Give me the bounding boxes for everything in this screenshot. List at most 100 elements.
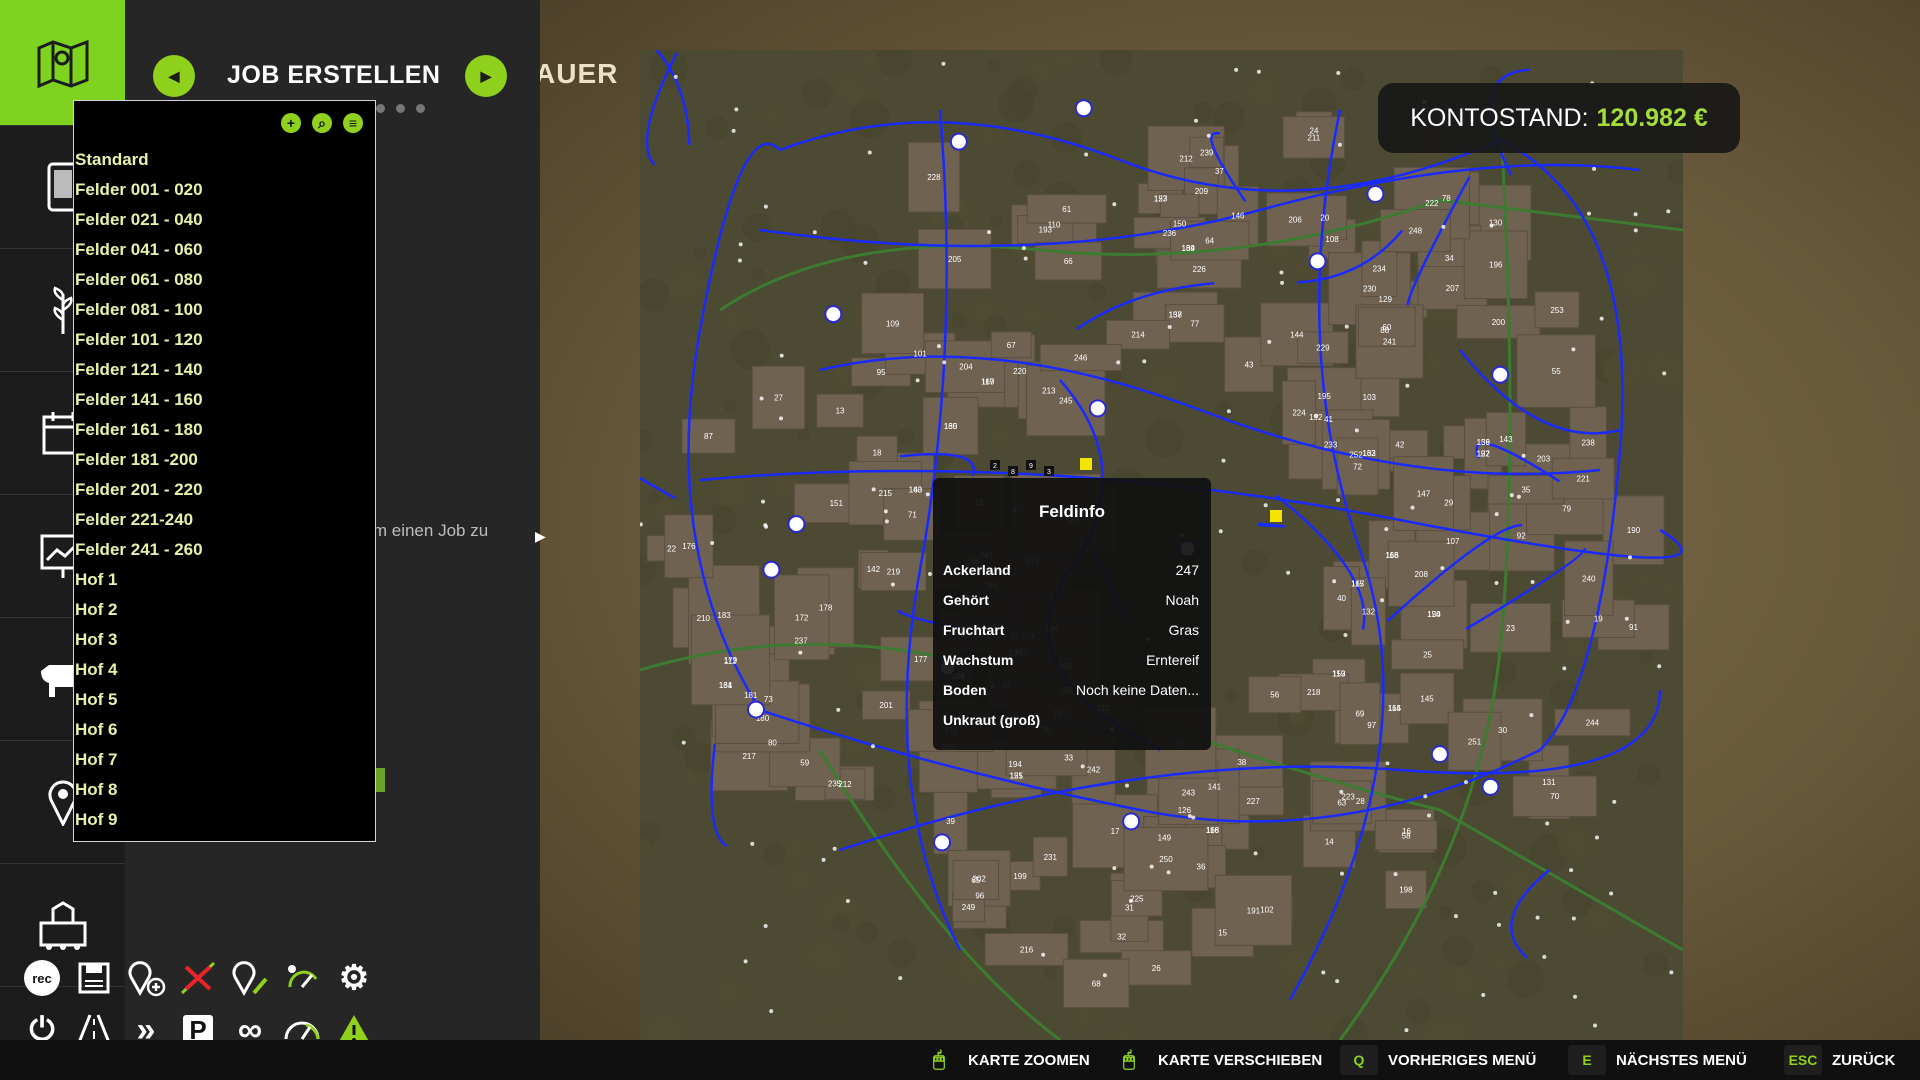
forest-patch [955,951,989,985]
field-number-label: 224 [1292,409,1306,418]
waypoint-marker [915,378,920,383]
field-info-key: Boden [943,682,987,698]
add-icon[interactable]: + [281,113,301,133]
course-item[interactable]: Felder 241 - 260 [74,535,203,565]
forest-patch [831,912,851,932]
course-item[interactable]: Hof 8 [74,775,203,805]
delete-connection-button[interactable] [176,956,220,1000]
selected-field-marker [1080,458,1092,470]
waypoint-marker [1332,579,1337,584]
forest-patch [856,922,878,944]
course-item[interactable]: Hof 6 [74,715,203,745]
next-page-button[interactable]: ▶ [465,55,507,97]
course-item[interactable]: Felder 081 - 100 [74,295,203,325]
field-number-label: 155 [1010,772,1024,781]
course-item[interactable]: Hof 3 [74,625,203,655]
edit-waypoint-button[interactable] [228,956,272,1000]
field-number-label: 236 [1163,229,1177,238]
course-list-dropdown[interactable]: + ⌕ ≡ Standard Felder 001 - 020 Felder 0… [73,100,376,842]
waypoint-marker [1426,813,1431,818]
speed-button[interactable] [280,956,324,1000]
add-waypoint-button[interactable] [124,956,168,1000]
waypoint-marker [870,744,875,749]
hint-zoom-map[interactable]: 🖱 KARTE ZOOMEN [920,1040,1090,1080]
waypoint-marker [710,540,715,545]
waypoint-marker [1571,347,1576,352]
course-item[interactable]: Hof 4 [74,655,203,685]
forest-patch [862,53,881,73]
hint-back[interactable]: ESC ZURÜCK [1784,1040,1895,1080]
course-item[interactable]: Hof 1 [74,565,203,595]
waypoint-marker [1494,512,1499,517]
waypoint-marker [1253,851,1258,856]
field-number-label: 87 [704,432,713,441]
course-item[interactable]: Felder 041 - 060 [74,235,203,265]
waypoint-marker [779,416,784,421]
course-item-standard[interactable]: Standard [74,145,203,175]
hint-next-menu[interactable]: E NÄCHSTES MENÜ [1568,1040,1747,1080]
field-number-label: 153 [1332,669,1346,678]
farm-hotspot-icon [762,560,781,579]
prev-page-button[interactable]: ◀ [153,55,195,97]
waypoint-marker [1545,821,1550,826]
forest-patch [1224,689,1239,703]
field-info-value: Noch keine Daten... [1076,682,1199,698]
hotspot-marker-label: 2 [993,463,997,470]
edit-waypoint-icon [232,961,268,997]
course-item[interactable]: Hof 7 [74,745,203,775]
course-item[interactable]: Felder 101 - 120 [74,325,203,355]
hint-move-map[interactable]: 🖱 KARTE VERSCHIEBEN [1110,1040,1322,1080]
hotspot-marker-label: 3 [1047,469,1051,476]
course-item[interactable]: Felder 201 - 220 [74,475,203,505]
field-info-title: Feldinfo [1038,502,1106,521]
waypoint-marker [763,204,768,209]
save-button[interactable] [72,956,116,1000]
field-number-label: 14 [1325,837,1334,846]
field-number-label: 23 [1506,624,1515,633]
waypoint-marker [1336,70,1341,75]
record-button[interactable]: rec [20,956,64,1000]
course-item[interactable]: Felder 001 - 020 [74,175,203,205]
waypoint-marker [832,846,837,851]
field-number-label: 65 [971,876,980,885]
course-item[interactable]: Felder 121 - 140 [74,355,203,385]
farm-hotspot-icon [1481,777,1500,796]
course-item[interactable]: Felder 141 - 160 [74,385,203,415]
forest-patch [640,429,654,453]
waypoint-marker [1657,664,1662,669]
collapse-panel-arrow[interactable]: ▶ [535,528,546,545]
waypoint-marker [1112,866,1117,871]
field-number-label: 126 [1178,806,1192,815]
waypoint-marker [1565,619,1570,624]
course-item[interactable]: Hof 5 [74,685,203,715]
waypoint-marker [1586,211,1591,216]
settings-button[interactable]: ⚙ [332,956,376,1000]
hotspot-marker-label: 8 [1011,469,1015,476]
hint-previous-menu[interactable]: Q VORHERIGES MENÜ [1340,1040,1536,1080]
field-info-key: Fruchtart [943,622,1005,638]
search-icon[interactable]: ⌕ [312,113,332,133]
forest-patch [1471,879,1494,902]
field-number-label: 253 [1550,306,1564,315]
course-item[interactable]: Felder 221-240 [74,505,203,535]
course-item[interactable]: Felder 061 - 080 [74,265,203,295]
add-waypoint-icon [128,961,166,997]
field-info-value: Gras [1168,622,1199,638]
account-amount: 120.982 € [1596,103,1708,132]
field-number-label: 34 [1445,254,1454,263]
field-number-label: 225 [1130,894,1144,903]
course-item[interactable]: Hof 9 [74,805,203,835]
waypoint-marker [1569,868,1574,873]
farm-hotspot-icon [1491,365,1510,384]
waypoint-marker [1344,324,1349,329]
course-item[interactable]: Felder 181 -200 [74,445,203,475]
course-item[interactable]: Hof 2 [74,595,203,625]
forest-patch [1642,952,1669,978]
course-item[interactable]: Felder 161 - 180 [74,415,203,445]
menu-icon[interactable]: ≡ [343,113,363,133]
field-info-row-soil: Boden Noch keine Daten... [943,682,1199,698]
course-item[interactable]: Felder 021 - 040 [74,205,203,235]
forest-patch [1100,50,1132,76]
waypoint-marker [1335,979,1340,984]
waypoint-marker [738,242,743,247]
